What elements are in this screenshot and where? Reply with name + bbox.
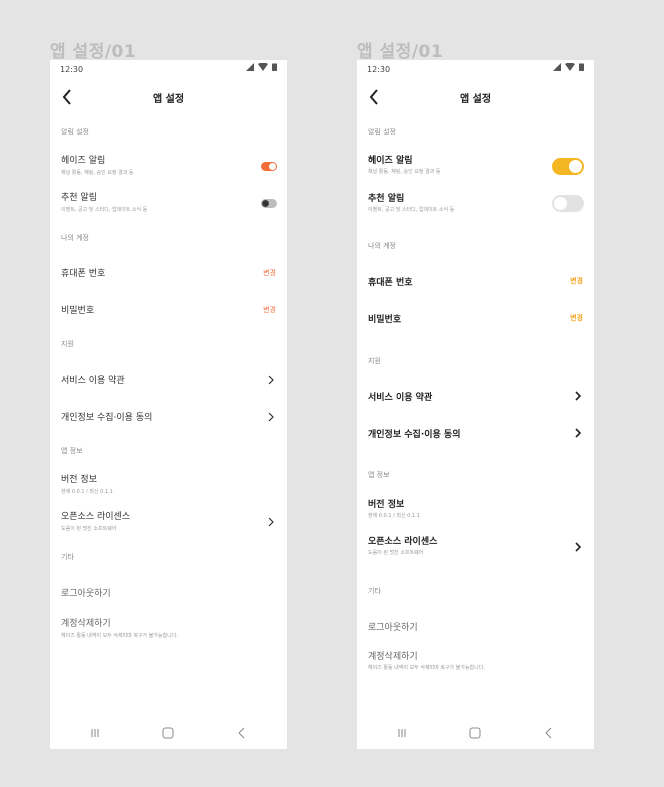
section-etc: 기타 — [61, 553, 74, 561]
logout-button[interactable]: 로그아웃하기 — [368, 620, 418, 633]
section-support: 지원 — [61, 340, 74, 348]
signal-icon — [553, 63, 561, 71]
battery-icon — [579, 63, 584, 71]
page-title: 앱 설정 — [152, 94, 185, 105]
oss-license-title[interactable]: 오픈소스 라이센스 — [368, 534, 437, 547]
password-change-link[interactable]: 변경 — [570, 313, 583, 323]
settings-screen-b: 12:30 앱 설정 알림 설정 헤이즈 알림 채널 활동, 채팅, 승인 요청… — [357, 60, 594, 749]
version-title: 버전 정보 — [368, 500, 405, 510]
privacy-title[interactable]: 개인정보 수집·이용 동의 — [368, 427, 461, 440]
toggle-knob — [554, 197, 567, 210]
privacy-title[interactable]: 개인정보 수집·이용 동의 — [61, 410, 152, 423]
app-header: 앱 설정 — [357, 86, 594, 110]
section-notification: 알림 설정 — [368, 128, 396, 136]
home-icon[interactable] — [160, 725, 176, 741]
version-sub: 현재 0.0.1 / 최신 0.1.1 — [368, 513, 420, 519]
haze-alert-toggle[interactable] — [552, 158, 584, 175]
settings-screen-a: 12:30 앱 설정 알림 설정 헤이즈 알림 채널 활동, 채팅, 승인 요청… — [50, 60, 287, 749]
section-support: 지원 — [368, 357, 381, 365]
status-time: 12:30 — [367, 65, 391, 74]
toggle-knob — [269, 163, 276, 170]
section-etc: 기타 — [368, 587, 381, 595]
recommend-alert-sub: 이벤트, 공고 및 스터디, 업데이트 소식 등 — [61, 207, 148, 213]
phone-change-link[interactable]: 변경 — [263, 268, 276, 278]
haze-alert-sub: 채널 활동, 채팅, 승인 요청 결과 등 — [61, 170, 134, 176]
frame-title-b: 앱 설정/01 — [357, 42, 444, 62]
logout-button[interactable]: 로그아웃하기 — [61, 586, 111, 599]
chevron-right-icon[interactable] — [574, 428, 582, 438]
haze-alert-sub: 채널 활동, 채팅, 승인 요청 결과 등 — [368, 169, 441, 175]
nav-back-icon[interactable] — [234, 725, 250, 741]
status-time: 12:30 — [60, 65, 84, 74]
phone-number-title: 휴대폰 번호 — [368, 278, 413, 288]
recommend-alert-sub: 이벤트, 공고 및 스터디, 업데이트 소식 등 — [368, 207, 455, 213]
toggle-knob — [569, 160, 582, 173]
phone-number-title: 휴대폰 번호 — [61, 269, 106, 279]
section-app-info: 앱 정보 — [368, 471, 390, 479]
password-title: 비밀번호 — [368, 315, 402, 325]
haze-alert-title: 헤이즈 알림 — [368, 156, 413, 166]
section-account: 나의 계정 — [61, 234, 89, 242]
section-app-info: 앱 정보 — [61, 447, 83, 455]
recommend-alert-title: 추천 알림 — [368, 194, 405, 204]
frame-title-a: 앱 설정/01 — [50, 42, 137, 62]
chevron-right-icon[interactable] — [267, 517, 275, 527]
password-title: 비밀번호 — [61, 306, 95, 316]
status-bar: 12:30 — [367, 63, 584, 77]
page-title: 앱 설정 — [459, 94, 492, 105]
haze-alert-toggle[interactable] — [261, 162, 277, 171]
version-sub: 현재 0.0.1 / 최신 0.1.1 — [61, 489, 113, 495]
app-header: 앱 설정 — [50, 86, 287, 110]
recommend-alert-title: 추천 알림 — [61, 193, 97, 203]
signal-icon — [246, 63, 254, 71]
version-title: 버전 정보 — [61, 475, 97, 485]
recommend-alert-toggle[interactable] — [261, 199, 277, 208]
recent-apps-icon[interactable] — [87, 725, 103, 741]
password-change-link[interactable]: 변경 — [263, 305, 276, 315]
home-icon[interactable] — [467, 725, 483, 741]
chevron-right-icon[interactable] — [267, 375, 275, 385]
oss-license-sub: 도움이 된 멋진 소프트웨어 — [368, 550, 424, 556]
delete-account-sub: 헤이즈 활동 내역이 모두 삭제되며 복구가 불가능합니다. — [61, 633, 178, 639]
system-nav-bar — [50, 725, 287, 741]
oss-license-title[interactable]: 오픈소스 라이센스 — [61, 509, 130, 522]
wifi-icon — [258, 63, 268, 71]
delete-account-button[interactable]: 계정삭제하기 — [368, 649, 418, 662]
phone-change-link[interactable]: 변경 — [570, 276, 583, 286]
haze-alert-title: 헤이즈 알림 — [61, 156, 106, 166]
oss-license-sub: 도움이 된 멋진 소프트웨어 — [61, 526, 117, 532]
delete-account-button[interactable]: 계정삭제하기 — [61, 616, 111, 629]
nav-back-icon[interactable] — [541, 725, 557, 741]
terms-title[interactable]: 서비스 이용 약관 — [368, 390, 432, 403]
system-nav-bar — [357, 725, 594, 741]
delete-account-sub: 헤이즈 활동 내역이 모두 삭제되며 복구가 불가능합니다. — [368, 665, 485, 671]
recommend-alert-toggle[interactable] — [552, 195, 584, 212]
battery-icon — [272, 63, 277, 71]
chevron-right-icon[interactable] — [267, 412, 275, 422]
wifi-icon — [565, 63, 575, 71]
section-account: 나의 계정 — [368, 242, 396, 250]
chevron-right-icon[interactable] — [574, 542, 582, 552]
status-bar: 12:30 — [60, 63, 277, 77]
section-notification: 알림 설정 — [61, 128, 89, 136]
terms-title[interactable]: 서비스 이용 약관 — [61, 373, 125, 386]
recent-apps-icon[interactable] — [394, 725, 410, 741]
chevron-right-icon[interactable] — [574, 391, 582, 401]
